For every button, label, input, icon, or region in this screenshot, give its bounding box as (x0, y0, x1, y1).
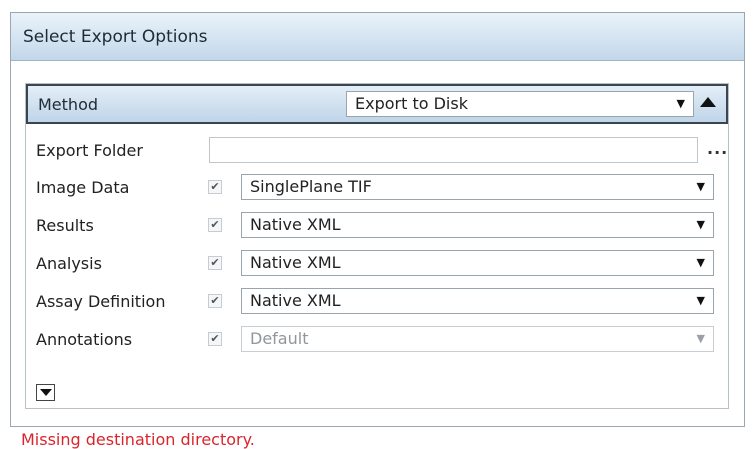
annotations-label: Annotations (36, 330, 133, 349)
dialog-header: Select Export Options (11, 13, 744, 61)
assay-definition-select-value: Native XML (250, 291, 341, 310)
dialog-title: Select Export Options (23, 26, 208, 47)
method-bar: Method Export to Disk ▼ (26, 84, 728, 124)
caret-down-icon: ▼ (696, 180, 705, 193)
image-data-select-value: SinglePlane TIF (250, 177, 372, 196)
checkmark-icon: ✔ (210, 332, 220, 345)
annotations-select[interactable]: Default ▼ (241, 326, 714, 352)
triangle-down-icon (40, 389, 52, 396)
checkmark-icon: ✔ (210, 180, 220, 193)
analysis-label: Analysis (36, 254, 102, 273)
assay-definition-checkbox[interactable]: ✔ (208, 294, 222, 308)
results-label: Results (36, 216, 94, 235)
browse-button[interactable]: ... (707, 139, 728, 158)
analysis-select-value: Native XML (250, 253, 341, 272)
collapse-triangle-up-icon[interactable] (700, 97, 716, 107)
analysis-row: Analysis ✔ Native XML ▼ (26, 250, 728, 278)
annotations-select-value: Default (250, 329, 309, 348)
results-row: Results ✔ Native XML ▼ (26, 212, 728, 240)
method-label: Method (38, 95, 99, 114)
method-panel: Method Export to Disk ▼ Export Folder ..… (25, 83, 729, 409)
results-checkbox[interactable]: ✔ (208, 218, 222, 232)
caret-down-icon: ▼ (696, 332, 705, 345)
export-folder-input[interactable] (209, 137, 698, 163)
image-data-row: Image Data ✔ SinglePlane TIF ▼ (26, 174, 728, 202)
assay-definition-label: Assay Definition (36, 292, 166, 311)
caret-down-icon: ▼ (696, 256, 705, 269)
results-select[interactable]: Native XML ▼ (241, 212, 714, 238)
caret-down-icon: ▼ (676, 97, 685, 110)
image-data-select[interactable]: SinglePlane TIF ▼ (241, 174, 714, 200)
image-data-checkbox[interactable]: ✔ (208, 180, 222, 194)
caret-down-icon: ▼ (696, 294, 705, 307)
image-data-label: Image Data (36, 178, 130, 197)
checkmark-icon: ✔ (210, 256, 220, 269)
export-folder-label: Export Folder (36, 141, 143, 160)
analysis-select[interactable]: Native XML ▼ (241, 250, 714, 276)
results-select-value: Native XML (250, 215, 341, 234)
export-options-dialog: Select Export Options Method Export to D… (10, 12, 745, 449)
analysis-checkbox[interactable]: ✔ (208, 256, 222, 270)
expand-button[interactable] (36, 384, 55, 401)
error-message: Missing destination directory. (21, 430, 255, 449)
checkmark-icon: ✔ (210, 218, 220, 231)
checkmark-icon: ✔ (210, 294, 220, 307)
caret-down-icon: ▼ (696, 218, 705, 231)
assay-definition-select[interactable]: Native XML ▼ (241, 288, 714, 314)
method-select[interactable]: Export to Disk ▼ (346, 91, 694, 117)
annotations-checkbox[interactable]: ✔ (208, 332, 222, 346)
assay-definition-row: Assay Definition ✔ Native XML ▼ (26, 288, 728, 316)
export-folder-row: Export Folder ... (26, 137, 728, 165)
method-select-value: Export to Disk (355, 94, 468, 113)
annotations-row: Annotations ✔ Default ▼ (26, 326, 728, 354)
